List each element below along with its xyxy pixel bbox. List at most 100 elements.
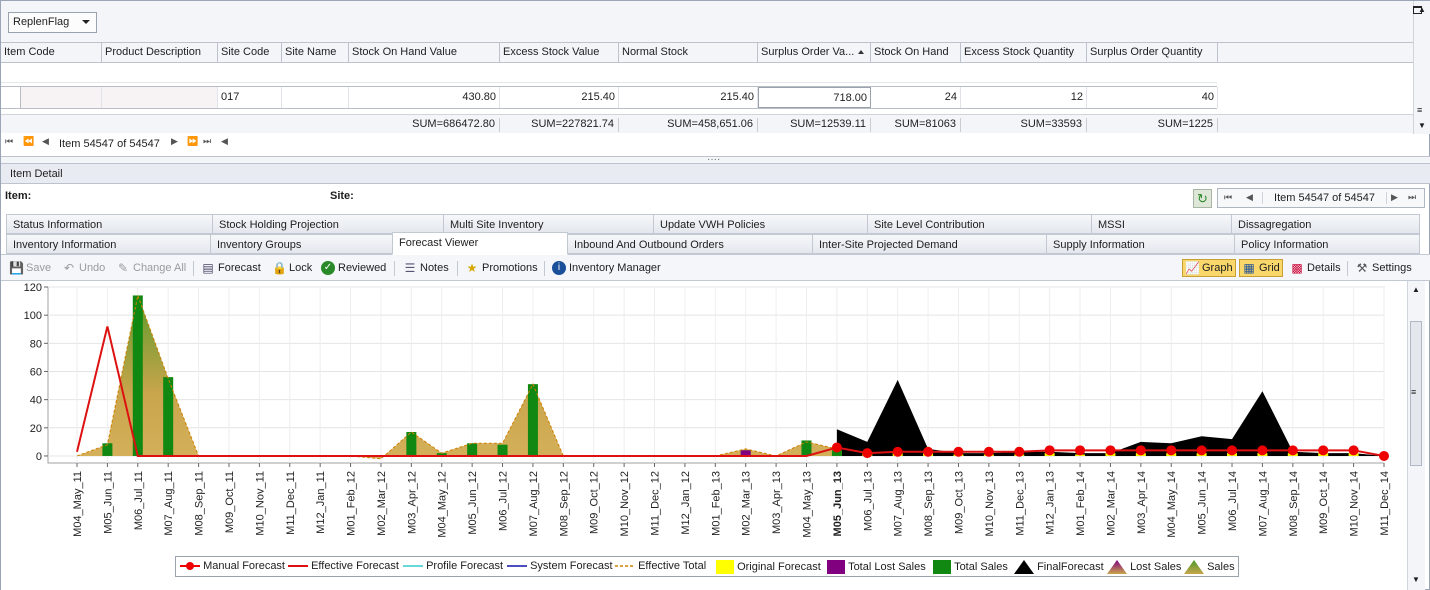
details-button[interactable]: ▩ Details bbox=[1288, 259, 1343, 277]
x-tick-label: M09_Oct_11 bbox=[224, 471, 236, 533]
tab-mssi[interactable]: MSSI bbox=[1091, 214, 1232, 234]
tab-status-information[interactable]: Status Information bbox=[6, 214, 213, 234]
cell-stock-on-hand-value[interactable]: 430.80 bbox=[349, 87, 500, 108]
tab-forecast-viewer[interactable]: Forecast Viewer bbox=[392, 232, 568, 255]
change-all-button[interactable]: ✎ Change All bbox=[114, 259, 188, 277]
lock-button[interactable]: 🔒 Lock bbox=[270, 259, 314, 277]
manual-forecast-point bbox=[1075, 445, 1086, 456]
col-surplus-order-value[interactable]: Surplus Order Va... bbox=[758, 43, 871, 63]
manual-forecast-point bbox=[1166, 445, 1177, 456]
splitter[interactable]: ···· bbox=[1, 154, 1430, 165]
tab-policy-information[interactable]: Policy Information bbox=[1234, 234, 1420, 254]
save-button[interactable]: 💾 Save bbox=[7, 259, 53, 277]
forecast-chart-area: 0 20 40 60 80 100 120 M04_May_11 M05_Jun_11 M06_J… bbox=[1, 281, 1407, 590]
promotions-button[interactable]: ★ Promotions bbox=[463, 259, 540, 277]
tab-inventory-groups[interactable]: Inventory Groups bbox=[210, 234, 393, 254]
forecast-button[interactable]: ▤ Forecast bbox=[199, 259, 263, 277]
h-scroll-left-icon[interactable]: ◀ bbox=[221, 136, 228, 147]
tab-update-vwh-policies[interactable]: Update VWH Policies bbox=[653, 214, 868, 234]
tab-stock-holding-projection[interactable]: Stock Holding Projection bbox=[212, 214, 444, 234]
chart-vertical-scrollbar[interactable]: ▲ ≡ ▼ bbox=[1407, 281, 1425, 590]
x-tick-label: M02_Mar_14 bbox=[1105, 471, 1117, 536]
manual-forecast-point bbox=[1227, 445, 1238, 456]
scroll-grip-icon[interactable]: ≡ bbox=[1411, 387, 1416, 397]
manual-forecast-point bbox=[1014, 446, 1025, 457]
x-tick-label: M05_Jun_13 bbox=[832, 471, 844, 536]
settings-button[interactable]: ⚒ Settings bbox=[1353, 259, 1414, 277]
total-sales-bar bbox=[497, 444, 508, 456]
tab-inventory-information[interactable]: Inventory Information bbox=[6, 234, 211, 254]
grid-button[interactable]: ▦ Grid bbox=[1239, 259, 1283, 277]
cell-item-code[interactable] bbox=[21, 87, 102, 108]
filter-row[interactable] bbox=[1, 63, 1217, 83]
maximize-icon[interactable] bbox=[1413, 6, 1422, 14]
prev-record-icon[interactable]: ◀ bbox=[42, 136, 49, 147]
first-record-icon[interactable]: ⏮ bbox=[1224, 192, 1232, 203]
refresh-icon[interactable]: ↻ bbox=[1193, 189, 1212, 208]
graph-icon: 📈 bbox=[1185, 261, 1200, 275]
scroll-down-icon[interactable]: ▼ bbox=[1418, 121, 1426, 130]
col-product-description[interactable]: Product Description bbox=[102, 43, 218, 63]
next-record-icon[interactable]: ▶ bbox=[1391, 192, 1398, 203]
cell-site-code[interactable]: 017 bbox=[218, 87, 282, 108]
change-all-label: Change All bbox=[133, 262, 187, 274]
cell-surplus-order-quantity[interactable]: 40 bbox=[1087, 87, 1218, 108]
cell-product-description[interactable] bbox=[102, 87, 218, 108]
col-excess-stock-quantity[interactable]: Excess Stock Quantity bbox=[961, 43, 1087, 63]
reviewed-button[interactable]: ✓ Reviewed bbox=[319, 259, 388, 277]
x-tick-label: M08_Sep_12 bbox=[558, 471, 570, 536]
tab-dissagregation[interactable]: Dissagregation bbox=[1231, 214, 1420, 234]
grid-vertical-scrollbar[interactable]: ▲ ≡ ▼ bbox=[1413, 1, 1430, 134]
legend-profile-forecast-label: Profile Forecast bbox=[426, 560, 504, 572]
col-site-name[interactable]: Site Name bbox=[282, 43, 349, 63]
cell-excess-stock-quantity[interactable]: 12 bbox=[961, 87, 1087, 108]
cell-normal-stock[interactable]: 215.40 bbox=[619, 87, 758, 108]
prev-page-icon[interactable]: ⏪ bbox=[23, 136, 34, 147]
cell-stock-on-hand[interactable]: 24 bbox=[871, 87, 961, 108]
col-item-code[interactable]: Item Code bbox=[1, 43, 102, 63]
graph-label: Graph bbox=[1202, 262, 1233, 274]
tab-multi-site-inventory[interactable]: Multi Site Inventory bbox=[443, 214, 654, 234]
prev-record-icon[interactable]: ◀ bbox=[1246, 192, 1253, 203]
manual-forecast-point bbox=[1105, 445, 1116, 456]
undo-button[interactable]: ↶ Undo bbox=[60, 259, 107, 277]
x-tick-label: M10_Nov_12 bbox=[619, 471, 631, 536]
x-tick-label: M09_Oct_12 bbox=[589, 471, 601, 534]
col-normal-stock[interactable]: Normal Stock bbox=[619, 43, 758, 63]
scroll-down-icon[interactable]: ▼ bbox=[1412, 575, 1420, 584]
item-detail-title: Item Detail bbox=[10, 168, 63, 180]
next-record-icon[interactable]: ▶ bbox=[171, 136, 178, 147]
tab-supply-information[interactable]: Supply Information bbox=[1046, 234, 1235, 254]
tab-inbound-and-outbound-orders[interactable]: Inbound And Outbound Orders bbox=[567, 234, 813, 254]
x-tick-label: M10_Nov_11 bbox=[254, 471, 266, 536]
scroll-up-icon[interactable]: ▲ bbox=[1412, 285, 1420, 294]
detail-record-label: Item 54547 of 54547 bbox=[1262, 192, 1387, 204]
scroll-grip-icon[interactable]: ≡ bbox=[1417, 105, 1422, 115]
cell-site-name[interactable] bbox=[282, 87, 349, 108]
inventory-manager-button[interactable]: i Inventory Manager bbox=[550, 259, 663, 277]
replen-flag-dropdown[interactable]: ReplenFlag bbox=[8, 12, 97, 33]
x-tick-label: M08_Sep_13 bbox=[923, 471, 935, 536]
col-stock-on-hand-value[interactable]: Stock On Hand Value bbox=[349, 43, 500, 63]
col-site-code[interactable]: Site Code bbox=[218, 43, 282, 63]
total-sales-bar bbox=[527, 384, 538, 456]
last-record-icon[interactable]: ⏭ bbox=[203, 136, 211, 147]
col-surplus-order-quantity[interactable]: Surplus Order Quantity bbox=[1087, 43, 1218, 63]
last-record-icon[interactable]: ⏭ bbox=[1408, 192, 1416, 203]
col-excess-stock-value[interactable]: Excess Stock Value bbox=[500, 43, 619, 63]
cell-excess-stock-value[interactable]: 215.40 bbox=[500, 87, 619, 108]
legend-square-icon bbox=[827, 560, 845, 574]
cell-surplus-order-value[interactable]: 718.00 bbox=[758, 87, 871, 108]
legend-square-icon bbox=[933, 560, 951, 574]
table-row[interactable]: 017 430.80 215.40 215.40 718.00 24 12 40 bbox=[1, 86, 1218, 109]
x-tick-label: M10_Nov_13 bbox=[984, 471, 996, 536]
notes-button[interactable]: ☰ Notes bbox=[401, 259, 451, 277]
tab-site-level-contribution[interactable]: Site Level Contribution bbox=[867, 214, 1092, 234]
tab-inter-site-projected-demand[interactable]: Inter-Site Projected Demand bbox=[812, 234, 1047, 254]
next-page-icon[interactable]: ⏩ bbox=[187, 136, 198, 147]
row-indicator[interactable] bbox=[1, 87, 21, 108]
first-record-icon[interactable]: ⏮ bbox=[5, 136, 13, 147]
graph-button[interactable]: 📈 Graph bbox=[1182, 259, 1236, 277]
x-tick-label: M05_Jun_14 bbox=[1197, 471, 1209, 535]
col-stock-on-hand[interactable]: Stock On Hand bbox=[871, 43, 961, 63]
